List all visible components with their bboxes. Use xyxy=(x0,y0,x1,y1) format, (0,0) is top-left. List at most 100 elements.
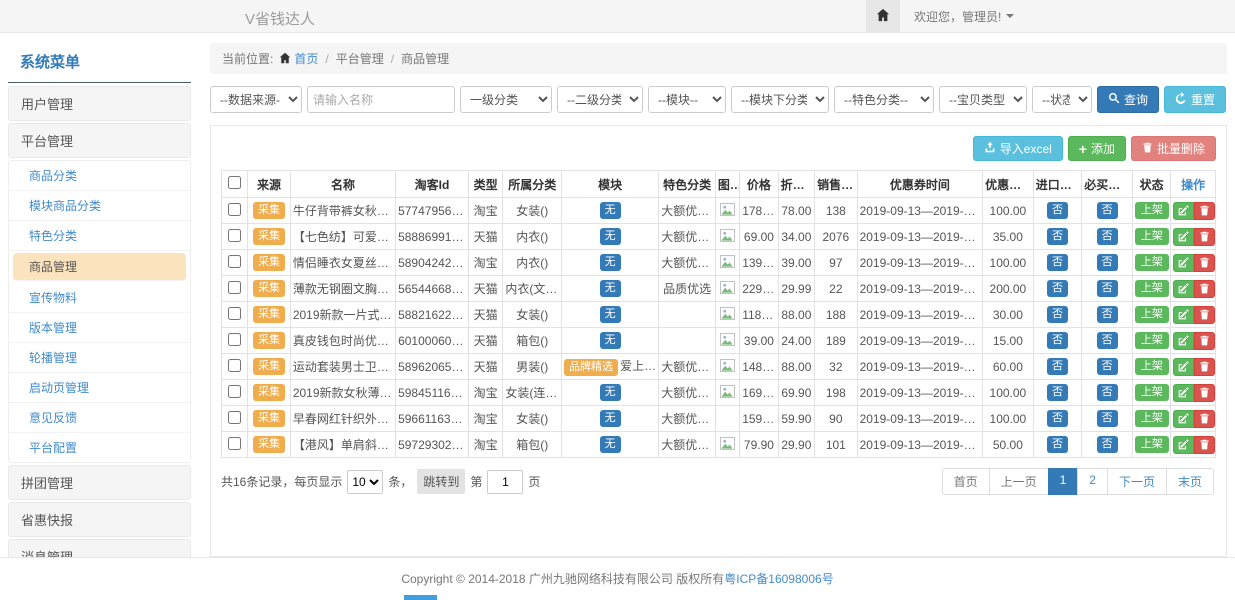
filter-item-type[interactable]: --宝贝类型-- xyxy=(939,86,1027,113)
per-page-select[interactable]: 10 xyxy=(347,470,383,494)
import-select-toggle[interactable]: 否 xyxy=(1047,306,1068,323)
delete-button[interactable] xyxy=(1194,254,1215,272)
edit-button[interactable] xyxy=(1173,436,1194,454)
home-button[interactable] xyxy=(866,0,900,32)
edit-button[interactable] xyxy=(1173,228,1194,246)
row-checkbox[interactable] xyxy=(228,281,241,294)
delete-button[interactable] xyxy=(1194,436,1215,454)
status-button[interactable]: 上架 xyxy=(1135,254,1169,271)
batch-delete-button[interactable]: 批量删除 xyxy=(1131,136,1216,161)
status-button[interactable]: 上架 xyxy=(1135,202,1169,219)
delete-button[interactable] xyxy=(1194,306,1215,324)
sidebar-item-platform-config[interactable]: 平台配置 xyxy=(9,433,190,462)
sidebar-item-version-mgmt[interactable]: 版本管理 xyxy=(9,313,190,343)
filter-data-source[interactable]: --数据来源-- xyxy=(210,86,302,113)
jump-button[interactable]: 跳转到 xyxy=(417,469,465,494)
reset-button[interactable]: 重置 xyxy=(1164,86,1226,113)
pager-page-1[interactable]: 1 xyxy=(1048,468,1079,495)
import-select-toggle[interactable]: 否 xyxy=(1047,228,1068,245)
delete-button[interactable] xyxy=(1194,280,1215,298)
import-select-toggle[interactable]: 否 xyxy=(1047,436,1068,453)
import-select-toggle[interactable]: 否 xyxy=(1047,254,1068,271)
delete-button[interactable] xyxy=(1194,358,1215,376)
pager-last[interactable]: 末页 xyxy=(1166,468,1214,495)
sidebar-item-saving-news[interactable]: 省惠快报 xyxy=(8,502,191,537)
pager-page-2[interactable]: 2 xyxy=(1077,468,1108,495)
edit-button[interactable] xyxy=(1173,254,1194,272)
import-excel-button[interactable]: 导入excel xyxy=(973,136,1063,161)
edit-button[interactable] xyxy=(1173,358,1194,376)
must-buy-toggle[interactable]: 否 xyxy=(1097,280,1118,297)
sidebar-item-goods-mgmt[interactable]: 商品管理 xyxy=(13,253,186,281)
status-button[interactable]: 上架 xyxy=(1135,410,1169,427)
page-number-input[interactable] xyxy=(487,470,523,494)
row-checkbox[interactable] xyxy=(228,333,241,346)
sidebar-item-user-mgmt[interactable]: 用户管理 xyxy=(8,86,191,121)
sidebar-item-message-mgmt[interactable]: 消息管理 xyxy=(8,539,191,557)
edit-button[interactable] xyxy=(1173,202,1194,220)
breadcrumb-home-link[interactable]: 首页 xyxy=(294,52,318,66)
sidebar-item-platform-mgmt[interactable]: 平台管理 xyxy=(8,123,191,158)
filter-module-sub[interactable]: --模块下分类-- xyxy=(731,86,829,113)
row-checkbox[interactable] xyxy=(228,203,241,216)
user-menu[interactable]: 欢迎您，管理员! xyxy=(914,8,1014,25)
filter-cat1[interactable]: 一级分类 xyxy=(460,86,552,113)
status-button[interactable]: 上架 xyxy=(1135,228,1169,245)
import-select-toggle[interactable]: 否 xyxy=(1047,332,1068,349)
status-button[interactable]: 上架 xyxy=(1135,436,1169,453)
add-button[interactable]: + 添加 xyxy=(1068,136,1126,161)
must-buy-toggle[interactable]: 否 xyxy=(1097,254,1118,271)
must-buy-toggle[interactable]: 否 xyxy=(1097,228,1118,245)
sidebar-item-goods-category[interactable]: 商品分类 xyxy=(9,161,190,191)
row-checkbox[interactable] xyxy=(228,385,241,398)
must-buy-toggle[interactable]: 否 xyxy=(1097,306,1118,323)
import-select-toggle[interactable]: 否 xyxy=(1047,202,1068,219)
pager-next[interactable]: 下一页 xyxy=(1107,468,1167,495)
row-checkbox[interactable] xyxy=(228,411,241,424)
row-checkbox[interactable] xyxy=(228,307,241,320)
select-all-checkbox[interactable] xyxy=(228,176,241,189)
status-button[interactable]: 上架 xyxy=(1135,306,1169,323)
import-select-toggle[interactable]: 否 xyxy=(1047,280,1068,297)
filter-status[interactable]: --状态-- xyxy=(1032,86,1092,113)
delete-button[interactable] xyxy=(1194,202,1215,220)
filter-module[interactable]: --模块-- xyxy=(648,86,726,113)
delete-button[interactable] xyxy=(1194,228,1215,246)
sidebar-item-feedback[interactable]: 意见反馈 xyxy=(9,403,190,433)
search-button[interactable]: 查询 xyxy=(1097,86,1159,113)
row-checkbox[interactable] xyxy=(228,229,241,242)
sidebar-item-splash-mgmt[interactable]: 启动页管理 xyxy=(9,373,190,403)
must-buy-toggle[interactable]: 否 xyxy=(1097,358,1118,375)
sidebar-item-feature-category[interactable]: 特色分类 xyxy=(9,221,190,251)
status-button[interactable]: 上架 xyxy=(1135,280,1169,297)
filter-cat2[interactable]: --二级分类-- xyxy=(557,86,643,113)
import-select-toggle[interactable]: 否 xyxy=(1047,358,1068,375)
import-select-toggle[interactable]: 否 xyxy=(1047,410,1068,427)
row-checkbox[interactable] xyxy=(228,255,241,268)
import-select-toggle[interactable]: 否 xyxy=(1047,384,1068,401)
sidebar-item-carousel-mgmt[interactable]: 轮播管理 xyxy=(9,343,190,373)
status-button[interactable]: 上架 xyxy=(1135,358,1169,375)
must-buy-toggle[interactable]: 否 xyxy=(1097,202,1118,219)
delete-button[interactable] xyxy=(1194,332,1215,350)
edit-button[interactable] xyxy=(1173,306,1194,324)
edit-button[interactable] xyxy=(1173,332,1194,350)
edit-button[interactable] xyxy=(1173,384,1194,402)
icp-link[interactable]: 粤ICP备16098006号 xyxy=(724,572,833,586)
status-button[interactable]: 上架 xyxy=(1135,332,1169,349)
sidebar-item-group-buy-mgmt[interactable]: 拼团管理 xyxy=(8,465,191,500)
row-checkbox[interactable] xyxy=(228,437,241,450)
must-buy-toggle[interactable]: 否 xyxy=(1097,410,1118,427)
status-button[interactable]: 上架 xyxy=(1135,384,1169,401)
sidebar-item-promo-material[interactable]: 宣传物料 xyxy=(9,283,190,313)
filter-feature[interactable]: --特色分类-- xyxy=(834,86,934,113)
delete-button[interactable] xyxy=(1194,384,1215,402)
sidebar-item-module-goods-category[interactable]: 模块商品分类 xyxy=(9,191,190,221)
edit-button[interactable] xyxy=(1173,410,1194,428)
must-buy-toggle[interactable]: 否 xyxy=(1097,332,1118,349)
edit-button[interactable] xyxy=(1173,280,1194,298)
must-buy-toggle[interactable]: 否 xyxy=(1097,436,1118,453)
delete-button[interactable] xyxy=(1194,410,1215,428)
must-buy-toggle[interactable]: 否 xyxy=(1097,384,1118,401)
row-checkbox[interactable] xyxy=(228,359,241,372)
